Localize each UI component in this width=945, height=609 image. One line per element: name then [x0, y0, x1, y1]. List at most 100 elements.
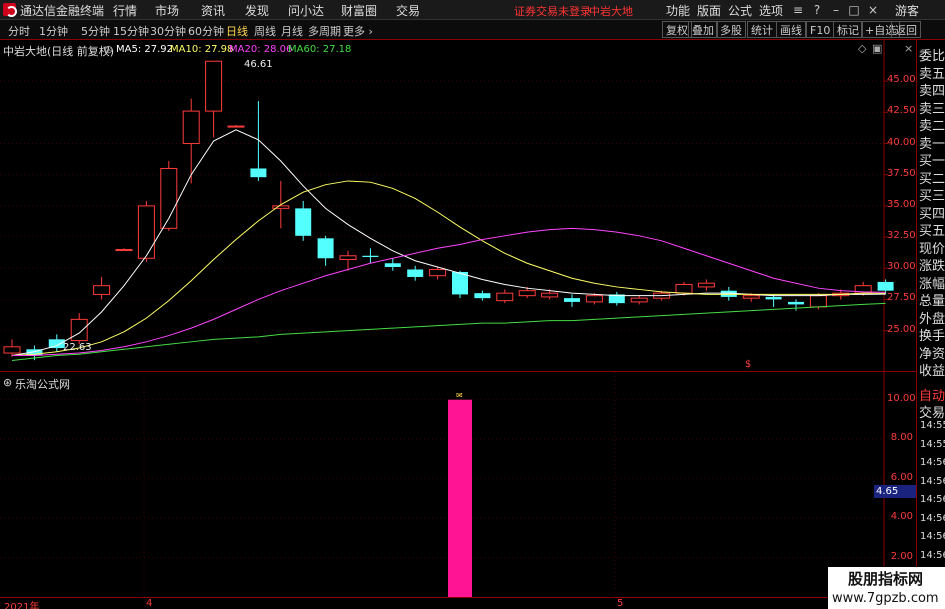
indicator-tick-label: 10.00: [887, 392, 916, 404]
quote-item[interactable]: 买一: [919, 150, 945, 169]
ma10-label: MA10: 27.98: [170, 44, 234, 55]
quote-item[interactable]: 卖三: [919, 98, 945, 117]
period-more-label: 更多: [343, 25, 365, 38]
candle-body: [272, 205, 290, 209]
chart-close-icon[interactable]: ×: [904, 42, 913, 55]
kline-chart[interactable]: [0, 0, 945, 609]
menu-item-jiaoyi[interactable]: 交易: [396, 2, 420, 19]
quote-item[interactable]: 卖五: [919, 63, 945, 82]
tick-time: 14:55: [920, 438, 945, 450]
app-logo-icon: [3, 3, 17, 17]
x-label-may: 5: [617, 598, 624, 609]
btn-f10[interactable]: F10: [806, 21, 835, 38]
ma5-label: MA5: 27.92: [116, 44, 174, 55]
quote-item[interactable]: 外盘: [919, 308, 945, 327]
period-fenshi[interactable]: 分时: [8, 23, 30, 39]
indicator-settings-icon[interactable]: ⊛: [3, 376, 12, 389]
event-marker[interactable]: $: [745, 359, 751, 370]
menu-item-hangqing[interactable]: 行情: [113, 2, 137, 19]
period-weekly[interactable]: 周线: [254, 23, 276, 39]
quote-item[interactable]: 买二: [919, 168, 945, 187]
candle-body: [854, 285, 872, 294]
user-label[interactable]: 游客: [895, 2, 919, 19]
candle-body: [496, 292, 514, 302]
btn-biaoji[interactable]: 标记: [833, 21, 863, 38]
quote-item[interactable]: 总量: [919, 290, 945, 309]
candle-body: [788, 301, 804, 305]
quote-item[interactable]: 涨跌: [919, 255, 945, 274]
help-icon[interactable]: ?: [809, 2, 825, 18]
menu-item-banmian[interactable]: 版面: [697, 2, 721, 19]
chart-title: 中岩大地(日线 前复权): [3, 45, 115, 58]
period-monthly[interactable]: 月线: [281, 23, 303, 39]
quote-item[interactable]: 卖一: [919, 133, 945, 152]
price-tick-label: 42.50: [887, 105, 916, 117]
candle-body: [541, 292, 559, 298]
quote-item[interactable]: 买五: [919, 220, 945, 239]
period-30min[interactable]: 30分钟: [150, 23, 186, 39]
period-multi[interactable]: 多周期: [308, 23, 341, 39]
chart-settings-icon[interactable]: ◇: [858, 42, 866, 55]
list-icon[interactable]: ≡: [790, 2, 806, 18]
tick-time: 14:55: [920, 420, 945, 431]
menu-item-gongneng[interactable]: 功能: [666, 2, 690, 19]
menu-item-zixun[interactable]: 资讯: [201, 2, 225, 19]
login-warning[interactable]: 证券交易未登录: [514, 3, 591, 19]
quote-item[interactable]: 净资: [919, 343, 945, 362]
candle-body: [765, 296, 782, 300]
period-more[interactable]: 更多 ›: [343, 23, 373, 39]
ma-line-ma60: [11, 302, 886, 362]
candle-body: [877, 281, 894, 291]
period-5min[interactable]: 5分钟: [81, 23, 110, 39]
period-daily[interactable]: 日线: [226, 23, 248, 39]
ma-line-ma10: [11, 180, 886, 357]
period-toolbar: 分时 1分钟 5分钟 15分钟 30分钟 60分钟 日线 周线 月线 多周期 更…: [0, 20, 945, 40]
period-60min[interactable]: 60分钟: [188, 23, 224, 39]
btn-diejia[interactable]: 叠加: [688, 21, 718, 38]
watermark: 股朋指标网 www.7gpzb.com: [828, 567, 945, 609]
quote-item[interactable]: 买四: [919, 203, 945, 222]
candle-body: [250, 168, 267, 178]
menu-item-xuanxiang[interactable]: 选项: [759, 2, 783, 19]
quote-item[interactable]: 涨幅: [919, 273, 945, 292]
price-tick-label: 40.00: [887, 136, 916, 148]
minimize-icon[interactable]: –: [828, 2, 844, 18]
candle-body: [809, 295, 827, 308]
x-label-apr: 4: [146, 598, 153, 609]
settings-icon[interactable]: ⊛: [104, 43, 113, 56]
candle-body: [384, 263, 401, 267]
menu-item-wenxiaoda[interactable]: 问小达: [288, 2, 324, 19]
quote-item[interactable]: 卖四: [919, 80, 945, 99]
menu-item-shichang[interactable]: 市场: [155, 2, 179, 19]
menu-item-gongshi[interactable]: 公式: [728, 2, 752, 19]
quote-item[interactable]: 委比: [919, 45, 945, 64]
quote-item[interactable]: 卖二: [919, 115, 945, 134]
candle-body: [160, 167, 178, 229]
watermark-line1: 股朋指标网: [848, 570, 924, 588]
btn-huaxian[interactable]: 画线: [776, 21, 806, 38]
quote-item[interactable]: 换手: [919, 325, 945, 344]
quote-item[interactable]: 买三: [919, 185, 945, 204]
trade-label[interactable]: 交易: [919, 402, 945, 421]
chart-expand-icon[interactable]: ▣: [872, 42, 882, 55]
watermark-line2: www.7gpzb.com: [832, 591, 939, 606]
menu-item-faxian[interactable]: 发现: [245, 2, 269, 19]
candle-body: [339, 255, 357, 261]
close-icon[interactable]: ×: [865, 2, 881, 18]
ma20-label: MA20: 28.06: [229, 44, 293, 55]
tick-time: 14:56: [920, 457, 945, 468]
btn-fanhui[interactable]: 返回: [891, 21, 921, 38]
period-1min[interactable]: 1分钟: [39, 23, 68, 39]
btn-tongji[interactable]: 统计: [747, 21, 777, 38]
maximize-icon[interactable]: □: [846, 2, 862, 18]
menu-item-caifuquan[interactable]: 财富圈: [341, 2, 377, 19]
indicator-tick-label: 2.00: [890, 550, 913, 562]
quote-item[interactable]: 收益: [919, 360, 945, 379]
price-tick-label: 35.00: [887, 198, 916, 210]
period-15min[interactable]: 15分钟: [113, 23, 149, 39]
price-tick-label: 45.00: [887, 74, 916, 86]
candle-body: [93, 285, 111, 295]
btn-duogu[interactable]: 多股: [716, 21, 746, 38]
tick-time: 14:56: [920, 512, 945, 524]
quote-item[interactable]: 现价: [919, 238, 945, 257]
